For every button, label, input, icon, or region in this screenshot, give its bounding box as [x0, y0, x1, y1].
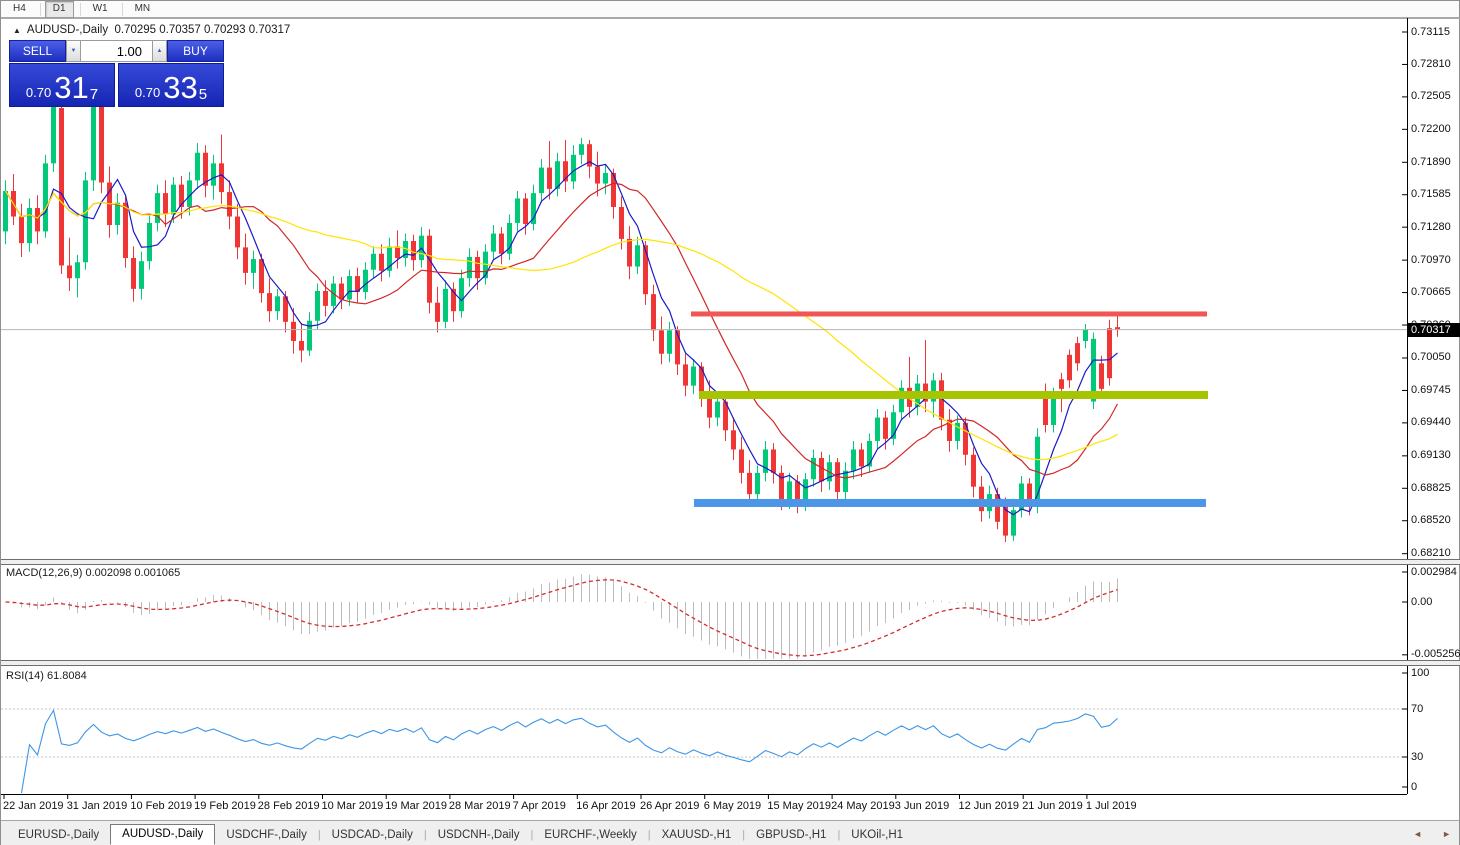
price-axis-label: 0.69440 [1411, 416, 1459, 428]
sell-price-prefix: 0.70 [26, 85, 51, 100]
chart-tab-audusd[interactable]: AUDUSD-,Daily [110, 824, 215, 845]
buy-price-panel[interactable]: 0.70335 [118, 63, 224, 107]
date-axis-label: 22 Jan 2019 [3, 800, 64, 812]
date-axis-label: 10 Mar 2019 [322, 800, 384, 812]
date-axis-label: 24 May 2019 [831, 800, 895, 812]
price-axis-label: 0.71280 [1411, 221, 1459, 233]
horizontal-ray [699, 391, 1208, 399]
macd-axis-label: -0.005256 [1411, 648, 1459, 660]
chart-tab-ukoil[interactable]: UKOil-,H1 [840, 826, 914, 845]
date-axis-label: 19 Feb 2019 [194, 800, 256, 812]
date-axis-label: 16 Apr 2019 [576, 800, 635, 812]
chart-symbol-label: AUDUSD-,Daily [27, 24, 108, 36]
rsi-indicator-label: RSI(14) 61.8084 [6, 670, 87, 682]
volume-decrease-button[interactable]: ▼ [66, 40, 81, 62]
price-axis-label: 0.72505 [1411, 90, 1459, 102]
rsi-axis-label: 0 [1411, 781, 1459, 793]
chart-ohlc-values: 0.70295 0.70357 0.70293 0.70317 [114, 24, 290, 36]
date-axis-label: 10 Feb 2019 [130, 800, 192, 812]
price-axis-label: 0.71890 [1411, 156, 1459, 168]
terminal-window: H4D1W1MN ▲AUDUSD-,Daily 0.70295 0.70357 … [0, 0, 1460, 845]
price-axis-label: 0.71585 [1411, 188, 1459, 200]
volume-increase-button[interactable]: ▲ [152, 40, 167, 62]
candlestick-series [3, 91, 1120, 542]
buy-price-pip: 5 [199, 86, 207, 103]
date-axis-label: 31 Jan 2019 [67, 800, 128, 812]
price-axis-label: 0.73115 [1411, 26, 1459, 38]
moving-average-line [6, 191, 1118, 460]
sell-price-pip: 7 [90, 86, 98, 103]
tab-scroll-arrows: ◄ ► [1413, 830, 1451, 839]
rsi-line [22, 710, 1118, 793]
tab-scroll-left-icon[interactable]: ◄ [1413, 830, 1422, 839]
date-axis-label: 3 Jun 2019 [895, 800, 949, 812]
rsi-axis-label: 70 [1411, 703, 1459, 715]
one-click-trade-widget: SELL ▼ ▲ BUY 0.70317 0.70335 [9, 40, 224, 107]
tab-scroll-right-icon[interactable]: ► [1442, 830, 1451, 839]
sell-price-panel[interactable]: 0.70317 [9, 63, 115, 107]
price-axis-label: 0.69130 [1411, 449, 1459, 461]
date-axis-label: 7 Apr 2019 [513, 800, 566, 812]
chart-tab-usdchf[interactable]: USDCHF-,Daily [215, 826, 318, 845]
current-price-tag: 0.70317 [1407, 323, 1460, 337]
buy-price-big: 33 [163, 73, 197, 103]
date-axis-label: 21 Jun 2019 [1022, 800, 1083, 812]
price-axis-label: 0.68825 [1411, 482, 1459, 494]
macd-axis-label: 0.002984 [1411, 566, 1459, 578]
date-axis-label: 1 Jul 2019 [1086, 800, 1137, 812]
panel-splitter-macd[interactable] [1, 559, 1460, 565]
chart-tab-gbpusd[interactable]: GBPUSD-,H1 [745, 826, 837, 845]
price-axis-label: 0.70665 [1411, 286, 1459, 298]
rsi-panel [1, 709, 1407, 793]
date-axis-label: 19 Mar 2019 [385, 800, 447, 812]
moving-average-line [6, 162, 1118, 515]
collapse-triangle-icon[interactable]: ▲ [13, 26, 21, 35]
macd-panel [6, 574, 1118, 661]
price-axis-label: 0.70970 [1411, 254, 1459, 266]
chart-tab-usdcnh[interactable]: USDCNH-,Daily [427, 826, 531, 845]
price-axis-label: 0.68520 [1411, 514, 1459, 526]
date-axis-label: 28 Mar 2019 [449, 800, 511, 812]
horizontal-ray [694, 499, 1206, 507]
chart-tab-eurchf[interactable]: EURCHF-,Weekly [533, 826, 647, 845]
price-axis-label: 0.72200 [1411, 123, 1459, 135]
sell-price-big: 31 [54, 73, 88, 103]
price-axis-label: 0.68210 [1411, 547, 1459, 559]
date-axis-label: 12 Jun 2019 [959, 800, 1020, 812]
buy-button[interactable]: BUY [167, 40, 224, 62]
rsi-axis-label: 100 [1411, 667, 1459, 679]
panel-splitter-rsi[interactable] [1, 660, 1460, 666]
date-axis-label: 26 Apr 2019 [640, 800, 699, 812]
macd-signal-line [6, 580, 1118, 656]
chart-tab-bar: EURUSD-,DailyAUDUSD-,DailyUSDCHF-,Daily|… [1, 820, 1459, 845]
date-axis-label: 6 May 2019 [704, 800, 761, 812]
sell-button[interactable]: SELL [9, 40, 66, 62]
date-axis-label: 28 Feb 2019 [258, 800, 320, 812]
chart-tab-eurusd[interactable]: EURUSD-,Daily [7, 826, 110, 845]
chart-title: ▲ AUDUSD-,Daily 0.70295 0.70357 0.70293 0… [13, 24, 290, 36]
macd-axis-label: 0.00 [1411, 596, 1459, 608]
price-axis-label: 0.69745 [1411, 384, 1459, 396]
macd-indicator-label: MACD(12,26,9) 0.002098 0.001065 [6, 567, 180, 579]
horizontal-ray [691, 311, 1207, 316]
chart-canvas[interactable] [1, 1, 1460, 845]
price-axis-label: 0.70050 [1411, 351, 1459, 363]
chart-tab-usdcad[interactable]: USDCAD-,Daily [321, 826, 424, 845]
chart-tab-xauusd[interactable]: XAUUSD-,H1 [651, 826, 743, 845]
buy-price-prefix: 0.70 [135, 85, 160, 100]
volume-input[interactable] [81, 40, 152, 62]
price-axis-label: 0.72810 [1411, 58, 1459, 70]
rsi-axis-label: 30 [1411, 751, 1459, 763]
date-axis-label: 15 May 2019 [767, 800, 831, 812]
